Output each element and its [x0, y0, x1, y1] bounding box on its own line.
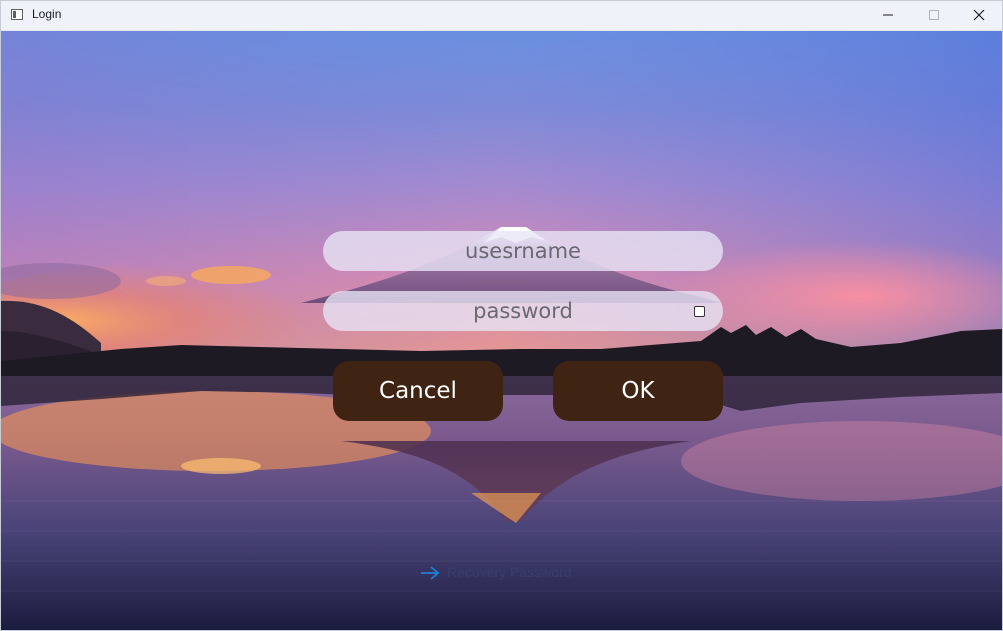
recovery-password-label: Recovery Password	[447, 564, 572, 580]
title-bar[interactable]: Login	[1, 1, 1002, 31]
maximize-icon	[929, 10, 939, 20]
cancel-button[interactable]: Cancel	[333, 361, 503, 421]
arrow-right-icon	[421, 566, 440, 580]
maximize-button[interactable]	[911, 1, 957, 30]
window-title: Login	[32, 7, 62, 21]
minimize-button[interactable]	[865, 1, 911, 30]
background-image: usesrname password Cancel OK Recovery Pa…	[1, 31, 1002, 630]
close-button[interactable]	[956, 1, 1002, 30]
ok-button[interactable]: OK	[553, 361, 723, 421]
show-password-checkbox[interactable]	[694, 306, 705, 317]
close-icon	[973, 9, 985, 21]
password-input[interactable]: password	[323, 291, 723, 331]
username-input[interactable]: usesrname	[323, 231, 723, 271]
mountain-lake-scene	[1, 31, 1002, 630]
login-window: Login usesrname password Cancel OK Recov…	[0, 0, 1003, 631]
window-icon	[11, 9, 23, 20]
minimize-icon	[883, 14, 893, 16]
